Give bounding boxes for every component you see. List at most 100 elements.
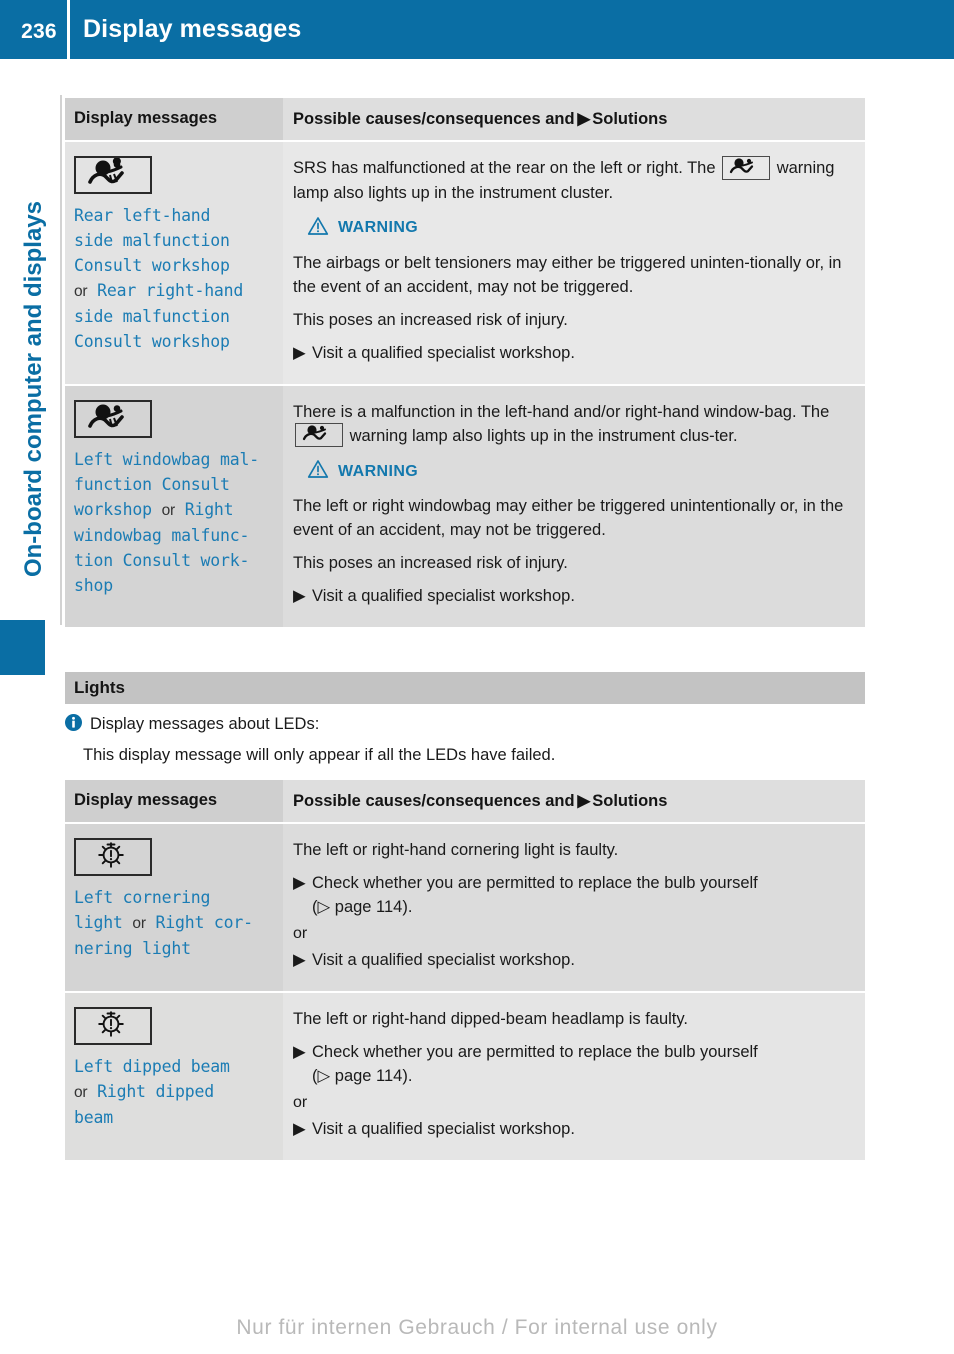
msg-line: Rear left-hand	[74, 206, 211, 225]
table-row-cause-cell: There is a malfunction in the left-hand …	[283, 385, 865, 628]
table-header-cell-causes: Possible causes/consequences and ▶ Solutio…	[283, 98, 865, 140]
msg-or-word: or	[74, 283, 88, 300]
warning-label: WARNING	[338, 462, 419, 480]
warning-block: WARNING	[307, 216, 851, 241]
info-note-line-1: Display messages about LEDs:	[65, 712, 875, 738]
cause-paragraph: The left or right-hand dipped-beam headl…	[293, 1010, 689, 1028]
warning-triangle-icon	[307, 216, 329, 241]
display-message-text: Left windowbag mal- function Consult wor…	[74, 447, 269, 598]
solution-text: Check whether you are permitted to repla…	[312, 874, 758, 892]
table-header-causes-text: Possible causes/consequences and	[293, 792, 575, 810]
msg-line: Right	[184, 499, 234, 519]
msg-line: nering light	[74, 939, 191, 958]
srs-airbag-icon	[74, 156, 152, 194]
msg-line: side malfunction	[74, 231, 230, 250]
solution-triangle-icon: ▶	[293, 1120, 306, 1138]
solution-text: Visit a qualified specialist workshop.	[312, 343, 575, 362]
table-row: Left dipped beam or Right dipped beam Th…	[65, 993, 865, 1160]
msg-line: shop	[74, 575, 113, 595]
alternative-or: or	[293, 925, 308, 942]
solution-triangle-icon: ▶	[293, 587, 306, 606]
solution-text: Visit a qualified specialist workshop.	[312, 1120, 575, 1138]
table-header-row: Display messages Possible causes/consequ…	[65, 780, 865, 822]
bulb-warning-icon	[74, 1007, 152, 1045]
table-row: Rear left-hand side malfunction Consult …	[65, 142, 865, 384]
solution-bullet: ▶ Visit a qualified specialist workshop.	[293, 1117, 851, 1141]
solution-triangle-icon: ▶	[293, 1043, 306, 1061]
solutions-triangle-icon: ▶	[577, 110, 591, 128]
bulb-warning-icon	[74, 838, 152, 876]
info-note-line-2: This display message will only appear if…	[83, 746, 556, 764]
content-left-rule	[60, 95, 62, 625]
info-note-text: Display messages about LEDs:	[90, 715, 320, 733]
msg-line: side malfunction	[74, 307, 230, 326]
msg-line: function Consult	[74, 474, 230, 494]
warning-triangle-icon	[307, 459, 329, 484]
table-row-message-cell: Left cornering light or Right cor- nerin…	[65, 824, 283, 991]
srs-airbag-icon	[295, 423, 343, 448]
solutions-triangle-icon: ▶	[577, 792, 591, 810]
msg-line: Left dipped beam	[74, 1057, 230, 1076]
page-reference[interactable]: (▷ page 114).	[312, 898, 412, 916]
cause-paragraph: There is a malfunction in the left-hand …	[293, 400, 851, 449]
table-row-cause-cell: SRS has malfunctioned at the rear on the…	[283, 142, 865, 384]
solution-bullet: ▶ Visit a qualified specialist workshop.	[293, 341, 851, 365]
table-header-cell-messages: Display messages	[65, 780, 283, 822]
warning-block: WARNING	[307, 459, 851, 484]
msg-line: workshop	[74, 499, 152, 519]
warning-label: WARNING	[338, 219, 419, 237]
page-title: Display messages	[83, 15, 302, 43]
warning-body: The airbags or belt tensioners may eithe…	[293, 253, 842, 296]
table-header-cell-causes: Possible causes/consequences and ▶ Solutio…	[283, 780, 865, 822]
solution-text: Visit a qualified specialist workshop.	[312, 587, 575, 606]
page-reference[interactable]: (▷ page 114).	[312, 1067, 412, 1085]
solution-bullet: ▶ Check whether you are permitted to repl…	[293, 1040, 851, 1088]
info-icon	[65, 714, 82, 738]
alternative-or: or	[293, 1094, 308, 1111]
display-messages-table-2: Display messages Possible causes/consequ…	[65, 780, 865, 1160]
warning-body: The left or right windowbag may either b…	[293, 497, 844, 540]
footer-watermark: Nur für internen Gebrauch / For internal…	[236, 1316, 718, 1339]
table-header-solutions-text: Solutions	[592, 110, 668, 128]
page-number: 236	[21, 20, 57, 43]
table-row-cause-cell: The left or right-hand dipped-beam headl…	[283, 993, 865, 1160]
warning-risk: This poses an increased risk of injury.	[293, 554, 568, 573]
srs-airbag-icon	[722, 155, 771, 180]
srs-airbag-icon	[74, 399, 152, 438]
solution-triangle-icon: ▶	[293, 874, 306, 892]
msg-line: Right dipped	[97, 1082, 214, 1101]
msg-line: windowbag malfunc-	[74, 525, 250, 545]
table-header-causes-text: Possible causes/consequences and	[293, 110, 575, 128]
table-row-message-cell: Left windowbag mal- function Consult wor…	[65, 385, 283, 628]
display-message-text: Left dipped beam or Right dipped beam	[74, 1054, 269, 1130]
msg-line: beam	[74, 1108, 113, 1127]
msg-line: light	[74, 913, 123, 932]
msg-line: Consult workshop	[74, 332, 230, 351]
table-row-message-cell: Rear left-hand side malfunction Consult …	[65, 142, 283, 384]
solution-bullet: ▶ Visit a qualified specialist workshop.	[293, 584, 851, 608]
section-heading-lights: Lights	[65, 672, 865, 704]
msg-or-word: or	[161, 501, 176, 519]
warning-risk: This poses an increased risk of injury.	[293, 310, 568, 329]
msg-line: Left cornering	[74, 888, 211, 907]
cause-paragraph: SRS has malfunctioned at the rear on the…	[293, 155, 851, 205]
msg-line: Right cor-	[155, 913, 254, 932]
header-divider	[67, 0, 70, 59]
msg-line: Rear right-hand	[97, 281, 244, 300]
display-messages-table-1: Display messages Possible causes/consequ…	[65, 98, 865, 628]
display-message-text: Left cornering light or Right cor- nerin…	[74, 885, 269, 961]
solution-text: Visit a qualified specialist workshop.	[312, 951, 575, 969]
chapter-label: On-board computer and displays	[20, 200, 47, 578]
table-row-cause-cell: The left or right-hand cornering light i…	[283, 824, 865, 991]
table-header-row: Display messages Possible causes/consequ…	[65, 98, 865, 140]
section-heading-label: Lights	[74, 678, 125, 697]
msg-or-word: or	[74, 1084, 88, 1101]
cause-paragraph: The left or right-hand cornering light i…	[293, 841, 619, 859]
table-row: Left cornering light or Right cor- nerin…	[65, 824, 865, 991]
info-note: Display messages about LEDs: This displa…	[65, 712, 875, 767]
table-header-solutions-text: Solutions	[592, 792, 668, 810]
table-header-cell-messages: Display messages	[65, 98, 283, 140]
chapter-side-rail: On-board computer and displays	[0, 75, 62, 695]
solution-triangle-icon: ▶	[293, 951, 306, 969]
solution-text: Check whether you are permitted to repla…	[312, 1043, 758, 1061]
